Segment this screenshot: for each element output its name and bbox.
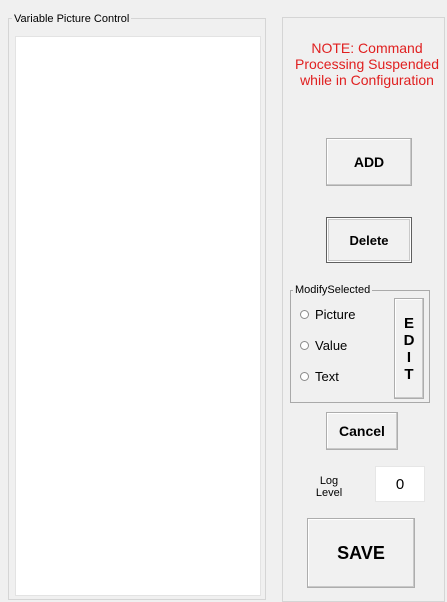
modify-selected-title: ModifySelected: [293, 284, 373, 297]
radio-picture[interactable]: Picture: [300, 305, 355, 323]
edit-letter-t: T: [404, 365, 414, 383]
log-level-field[interactable]: 0: [375, 466, 425, 502]
radio-value[interactable]: Value: [300, 336, 347, 354]
log-level-label: Log Level: [312, 475, 346, 499]
edit-letter-i: I: [406, 348, 412, 366]
variable-picture-control-title: Variable Picture Control: [12, 13, 132, 26]
save-button[interactable]: SAVE: [307, 518, 415, 588]
config-note: NOTE: Command Processing Suspended while…: [295, 40, 439, 88]
cancel-button[interactable]: Cancel: [326, 412, 398, 450]
edit-letter-e: E: [403, 314, 414, 332]
radio-text-label: Text: [315, 368, 339, 384]
radio-text-circle[interactable]: [300, 371, 309, 381]
log-label-line1: Log: [319, 475, 339, 487]
radio-value-label: Value: [315, 337, 348, 353]
add-button[interactable]: ADD: [326, 138, 412, 186]
radio-text[interactable]: Text: [300, 367, 339, 385]
picture-list[interactable]: [15, 36, 261, 596]
edit-letter-d: D: [403, 331, 415, 349]
edit-button[interactable]: E D I T: [394, 298, 424, 399]
radio-picture-label: Picture: [315, 306, 356, 322]
log-label-line2: Level: [315, 487, 343, 499]
delete-button[interactable]: Delete: [326, 217, 412, 263]
radio-picture-circle[interactable]: [300, 309, 309, 319]
radio-value-circle[interactable]: [300, 340, 309, 350]
